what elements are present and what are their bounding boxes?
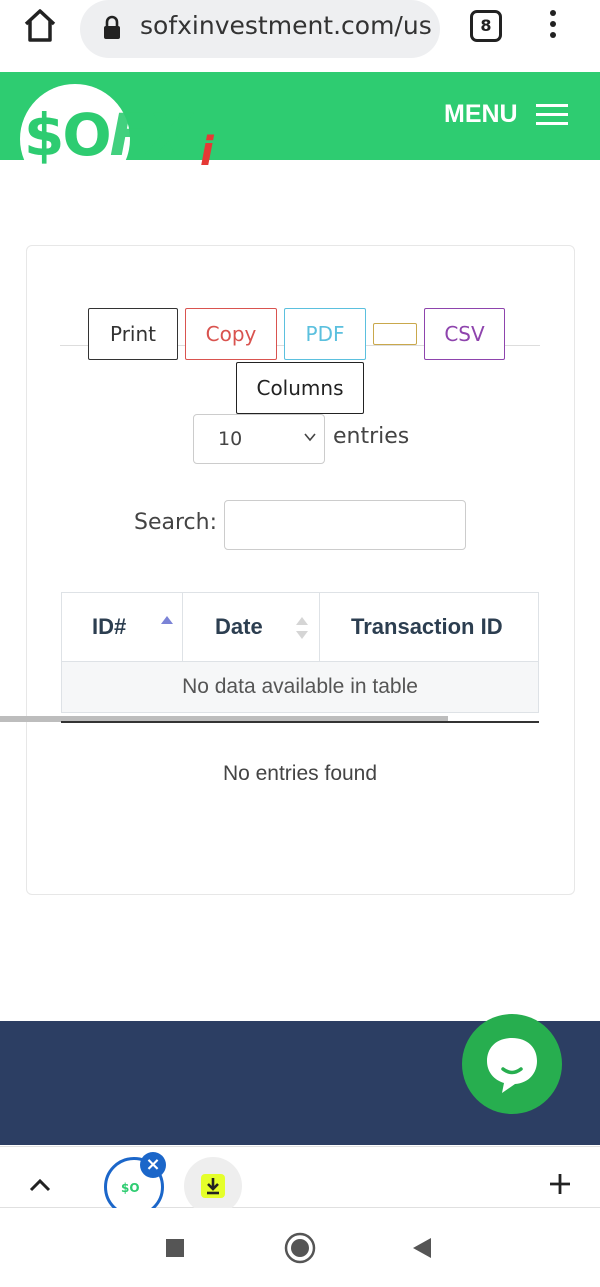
column-header-label: Transaction ID <box>351 614 503 639</box>
table-bottom-border <box>61 721 539 723</box>
chevron-down-icon <box>304 433 316 442</box>
address-bar[interactable]: sofxinvestment.com/use <box>80 0 440 58</box>
logo-accent-letter: i <box>200 129 214 175</box>
site-logo[interactable]: $OFX <box>24 100 192 170</box>
column-header-label: Date <box>215 614 263 639</box>
home-button-icon[interactable] <box>284 1232 316 1264</box>
column-header-label: ID# <box>92 614 127 639</box>
column-header-id[interactable]: ID# <box>61 592 183 662</box>
browser-toolbar: sofxinvestment.com/use 8 <box>0 0 600 72</box>
tab-switcher-button[interactable]: 8 <box>470 10 502 42</box>
sort-ascending-icon <box>161 616 173 624</box>
download-tab[interactable] <box>184 1157 242 1215</box>
pdf-button[interactable]: PDF <box>284 308 366 360</box>
hamburger-icon[interactable] <box>536 104 568 126</box>
search-label: Search: <box>134 510 217 535</box>
print-button[interactable]: Print <box>88 308 178 360</box>
tab-thumbnail-logo: $O <box>121 1181 140 1195</box>
table-info: No entries found <box>222 762 378 785</box>
chevron-up-icon[interactable] <box>26 1176 54 1194</box>
browser-tab-strip <box>0 1146 600 1208</box>
download-icon <box>201 1174 225 1198</box>
new-tab-icon[interactable] <box>548 1172 572 1196</box>
columns-button[interactable]: Columns <box>236 362 364 414</box>
system-navigation-bar <box>0 1208 600 1287</box>
chat-button[interactable] <box>462 1014 562 1114</box>
back-icon[interactable] <box>411 1237 433 1259</box>
home-icon[interactable] <box>20 6 60 46</box>
search-input[interactable] <box>224 500 466 550</box>
menu-button[interactable]: MENU <box>444 97 518 131</box>
more-options-icon[interactable] <box>548 10 558 42</box>
column-header-date[interactable]: Date <box>182 592 320 662</box>
lock-icon <box>104 15 120 39</box>
empty-table-message: No data available in table <box>61 661 539 713</box>
entries-per-page-value: 10 <box>218 428 243 450</box>
transactions-table: ID# Date Transaction ID No data availabl… <box>61 592 539 724</box>
entries-label: entries <box>333 424 410 449</box>
url-text[interactable]: sofxinvestment.com/use <box>140 10 432 42</box>
chat-bubble-icon <box>487 1038 537 1093</box>
sort-icon <box>296 617 308 639</box>
recent-apps-icon[interactable] <box>165 1238 185 1258</box>
column-header-transaction-id[interactable]: Transaction ID <box>319 592 539 662</box>
entries-per-page-select[interactable]: 10 <box>193 414 325 464</box>
close-tab-icon[interactable]: × <box>140 1152 166 1178</box>
copy-button[interactable]: Copy <box>185 308 277 360</box>
excel-button[interactable] <box>373 323 417 345</box>
csv-button[interactable]: CSV <box>424 308 505 360</box>
